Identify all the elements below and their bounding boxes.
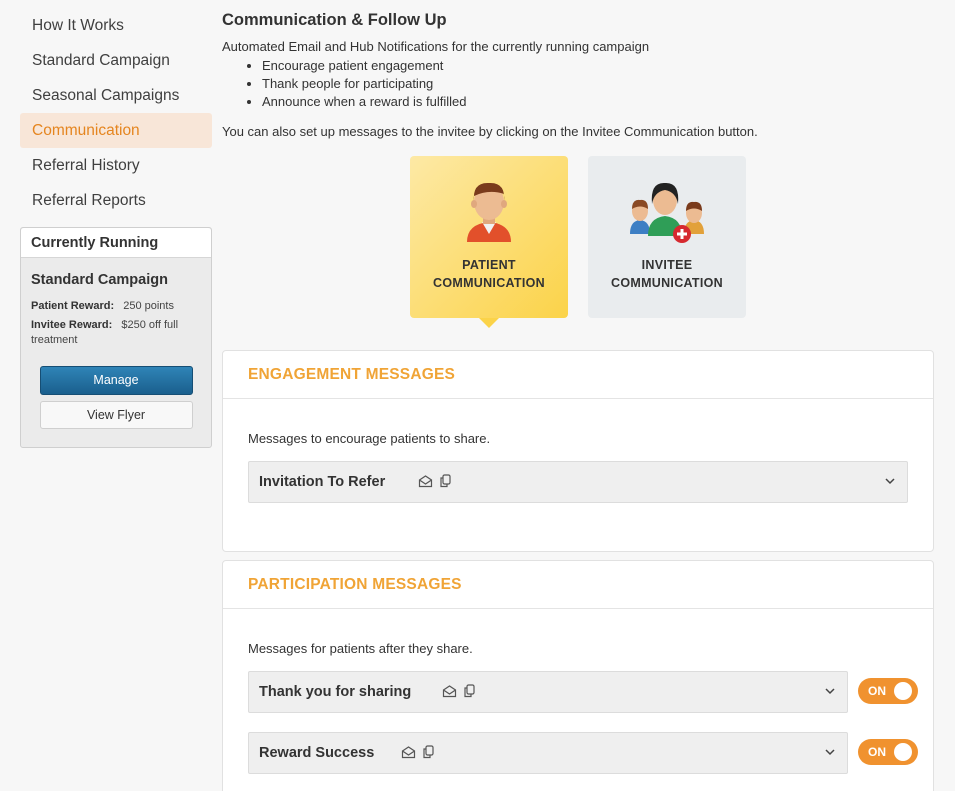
message-title: Thank you for sharing [259,684,412,700]
toggle-thank-you-for-sharing[interactable]: ON [858,678,918,704]
patient-reward-label: Patient Reward: [31,300,115,312]
currently-running-panel: Currently Running Standard Campaign Pati… [20,227,212,448]
email-icon [418,475,433,488]
toggle-label: ON [868,684,886,698]
bullet-item: Announce when a reward is fulfilled [262,93,467,111]
participation-section-title: PARTICIPATION MESSAGES [223,561,933,609]
invitee-group-icon [630,182,704,243]
patient-communication-card[interactable]: PATIENT COMMUNICATION [410,156,568,328]
toggle-reward-success[interactable]: ON [858,739,918,765]
intro-text: Automated Email and Hub Notifications fo… [222,39,650,54]
sidebar-item-referral-history[interactable]: Referral History [20,148,212,183]
patient-reward-value: 250 points [123,300,174,312]
engagement-section-title: ENGAGEMENT MESSAGES [223,351,933,399]
manage-button[interactable]: Manage [39,366,193,395]
message-row-reward-success[interactable]: Reward Success [248,732,848,774]
invitee-card-label: INVITEE COMMUNICATION [611,258,723,290]
running-campaign-title: Standard Campaign [31,272,168,288]
sidebar-item-how-it-works[interactable]: How It Works [20,8,212,43]
invitee-note: You can also set up messages to the invi… [222,124,758,139]
sidebar-item-seasonal-campaigns[interactable]: Seasonal Campaigns [20,78,212,113]
participation-messages-section: PARTICIPATION MESSAGES Messages for pati… [222,560,934,791]
engagement-messages-section: ENGAGEMENT MESSAGES Messages to encourag… [222,350,934,552]
view-flyer-button[interactable]: View Flyer [39,401,193,429]
toggle-knob [894,743,912,761]
email-icon [442,685,457,698]
message-row-invitation-to-refer[interactable]: Invitation To Refer [248,461,908,503]
sidebar-item-communication[interactable]: Communication [20,113,212,148]
message-title: Reward Success [259,745,375,761]
chevron-down-icon[interactable] [823,745,837,759]
message-title: Invitation To Refer [259,474,386,490]
notification-copy-icon [440,474,451,488]
toggle-label: ON [868,745,886,759]
invitee-reward-row: Invitee Reward: $250 off full treatment [31,318,201,348]
bullet-list: Encourage patient engagement Thank peopl… [246,57,467,111]
participation-section-desc: Messages for patients after they share. [248,641,473,656]
toggle-knob [894,682,912,700]
engagement-section-desc: Messages to encourage patients to share. [248,431,491,446]
email-icon [401,746,416,759]
page-title: Communication & Follow Up [222,11,447,29]
invitee-reward-label: Invitee Reward: [31,319,113,331]
notification-copy-icon [464,684,475,698]
message-row-thank-you-for-sharing[interactable]: Thank you for sharing [248,671,848,713]
bullet-item: Thank people for participating [262,75,467,93]
currently-running-header: Currently Running [21,228,211,258]
sidebar-item-referral-reports[interactable]: Referral Reports [20,183,212,218]
chevron-down-icon[interactable] [823,684,837,698]
active-card-pointer [479,318,499,328]
bullet-item: Encourage patient engagement [262,57,467,75]
patient-card-label: PATIENT COMMUNICATION [433,258,545,290]
notification-copy-icon [423,745,434,759]
patient-avatar-icon [467,182,511,242]
patient-reward-row: Patient Reward: 250 points [31,299,201,314]
sidebar-item-standard-campaign[interactable]: Standard Campaign [20,43,212,78]
invitee-communication-card[interactable]: INVITEE COMMUNICATION [588,156,746,318]
chevron-down-icon[interactable] [883,474,897,488]
sidebar: How It Works Standard Campaign Seasonal … [20,8,212,448]
